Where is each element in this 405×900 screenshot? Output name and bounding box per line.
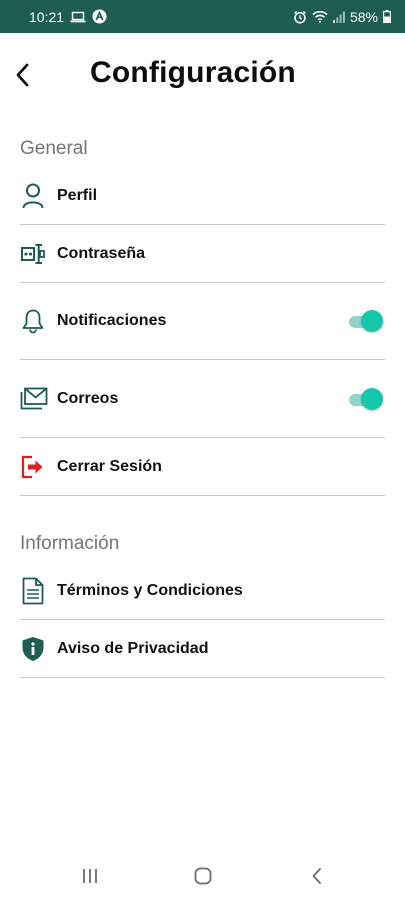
section-label-general: General <box>20 138 88 159</box>
notifications-toggle[interactable] <box>349 310 383 332</box>
bell-icon <box>20 306 46 336</box>
settings-item-label: Correos <box>57 389 119 407</box>
toggle-knob <box>361 310 383 332</box>
settings-item-label: Términos y Condiciones <box>57 581 243 599</box>
navigation-bar <box>0 850 405 900</box>
laptop-icon <box>70 11 86 23</box>
header: Configuración <box>0 50 405 102</box>
back-icon <box>312 868 321 884</box>
settings-item-label: Cerrar Sesión <box>57 457 162 475</box>
status-bar: 10:21 58% <box>0 0 405 33</box>
settings-item-correos[interactable]: Correos <box>20 360 385 438</box>
system-back-button[interactable] <box>302 864 332 888</box>
status-right: 58% <box>293 9 391 25</box>
settings-item-label: Contraseña <box>57 244 146 262</box>
document-icon <box>20 576 46 606</box>
settings-item-contrasena[interactable]: Contraseña <box>20 225 385 283</box>
signal-icon <box>332 11 345 23</box>
alarm-icon <box>293 10 307 24</box>
settings-item-aviso-privacidad[interactable]: Aviso de Privacidad <box>20 620 385 678</box>
chevron-left-icon <box>16 63 29 87</box>
user-icon <box>20 181 46 211</box>
home-button[interactable] <box>188 864 218 888</box>
shield-info-icon <box>20 634 46 664</box>
settings-item-notificaciones[interactable]: Notificaciones <box>20 283 385 360</box>
settings-item-cerrar-sesion[interactable]: Cerrar Sesión <box>20 438 385 496</box>
status-time: 10:21 <box>29 8 65 25</box>
emails-toggle[interactable] <box>349 387 383 410</box>
mail-icon <box>20 384 48 414</box>
settings-item-terminos[interactable]: Términos y Condiciones <box>20 562 385 620</box>
battery-icon <box>383 10 391 23</box>
recent-apps-button[interactable] <box>75 864 105 888</box>
logout-icon <box>20 452 46 482</box>
home-icon <box>194 867 212 885</box>
back-button[interactable] <box>10 60 36 90</box>
settings-item-label: Notificaciones <box>57 312 167 329</box>
password-icon <box>20 239 46 269</box>
wifi-icon <box>312 10 328 23</box>
page-title: Configuración <box>90 56 296 89</box>
settings-item-label: Perfil <box>57 187 98 204</box>
section-label-informacion: Información <box>20 533 120 554</box>
status-battery: 58% <box>349 8 378 25</box>
toggle-knob <box>361 387 383 410</box>
settings-item-label: Aviso de Privacidad <box>57 639 209 657</box>
status-left: 10:21 <box>29 9 107 25</box>
app-badge-icon <box>92 9 107 24</box>
recent-apps-icon <box>83 869 97 883</box>
settings-item-perfil[interactable]: Perfil <box>20 168 385 225</box>
